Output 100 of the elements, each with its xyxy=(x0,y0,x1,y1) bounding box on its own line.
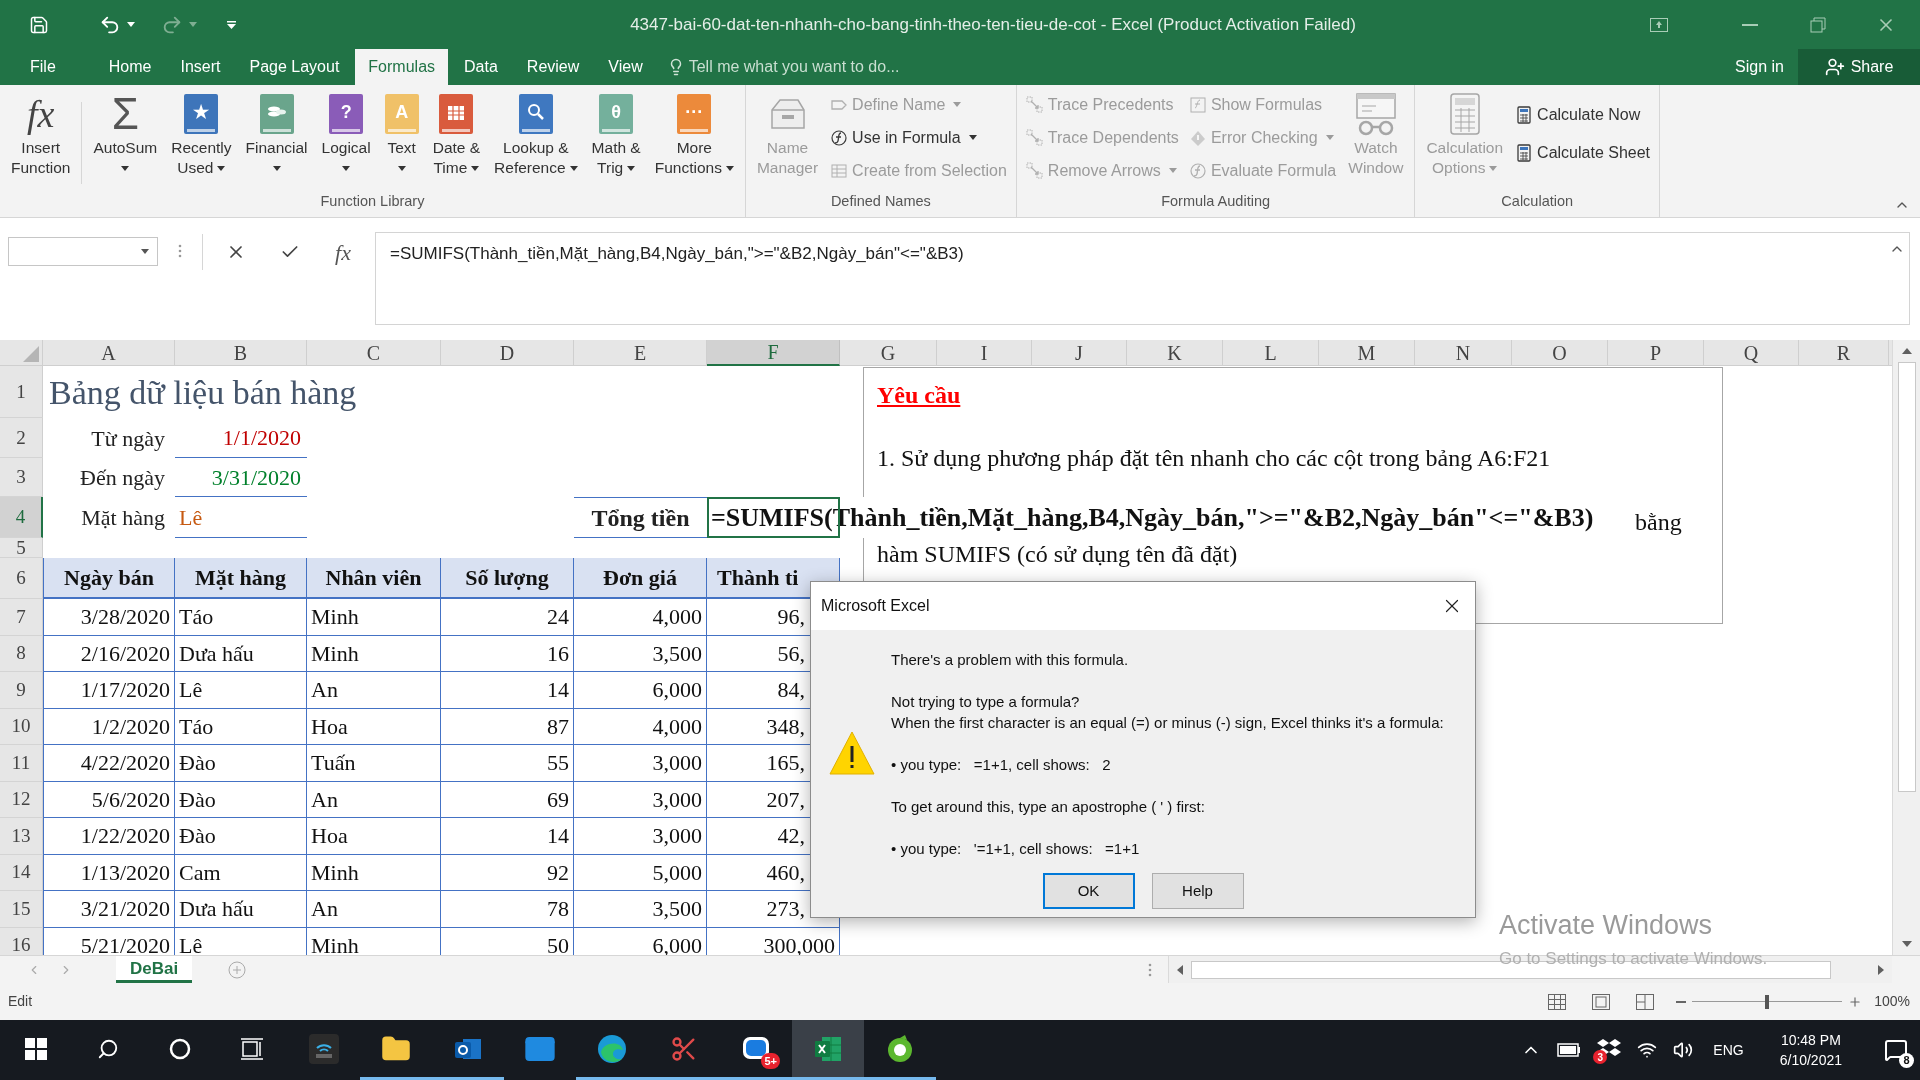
row-header[interactable]: 10 xyxy=(0,708,43,745)
table-cell: 2/16/2020 xyxy=(43,635,175,672)
row-header[interactable]: 11 xyxy=(0,745,43,782)
battery-icon xyxy=(1557,1043,1582,1057)
row-header[interactable]: 13 xyxy=(0,818,43,855)
row-header[interactable]: 16 xyxy=(0,927,43,955)
ribbon-button[interactable]: Date & Time xyxy=(427,88,486,178)
caret-icon xyxy=(953,102,962,107)
app-icon xyxy=(309,1033,339,1064)
zoom-out-button[interactable] xyxy=(1676,1000,1687,1003)
row-header[interactable]: 1 xyxy=(0,366,43,418)
column-header[interactable]: L xyxy=(1223,340,1319,366)
circle-icon xyxy=(169,1037,191,1060)
row-header[interactable]: 4 xyxy=(0,497,43,538)
ribbon-tab[interactable]: File xyxy=(16,49,70,85)
table-cell: 3/28/2020 xyxy=(43,599,175,636)
table-cell: 92 xyxy=(441,854,574,891)
row-header[interactable]: 2 xyxy=(0,418,43,458)
table-cell-text: Mặt hàng xyxy=(80,504,166,532)
ribbon-button[interactable]: Calculate Now xyxy=(1512,98,1654,131)
column-header[interactable]: A xyxy=(43,340,175,366)
column-header[interactable]: N xyxy=(1415,340,1512,366)
ribbon-button[interactable]: Lookup & Reference xyxy=(489,88,583,178)
sheet-tab[interactable]: DeBai xyxy=(116,956,193,983)
clock[interactable]: 10:48 PM 6/10/2021 xyxy=(1779,1030,1842,1070)
window-title: 4347-bai-60-dat-ten-nhanh-cho-bang-tinh-theo-ten-tieu-de-cot - Excel (Product Activation Failed) xyxy=(630,13,1356,36)
ribbon-tab[interactable]: Review xyxy=(513,49,593,85)
row-header[interactable]: 12 xyxy=(0,781,43,818)
table-cell: 3,000 xyxy=(574,818,707,855)
dialog-text: • you type: =1+1, cell shows: 2 xyxy=(891,755,1112,775)
ribbon-button[interactable]: θ Math & Trig xyxy=(586,88,646,178)
table-cell: 4/22/2020 xyxy=(43,745,175,782)
row-header[interactable]: 3 xyxy=(0,458,43,497)
row-header[interactable]: 6 xyxy=(0,558,43,599)
ribbon-tab[interactable]: Home xyxy=(95,49,165,85)
ribbon-tab[interactable]: View xyxy=(595,49,656,85)
tell-me-field[interactable]: Tell me what you want to do... xyxy=(688,55,989,79)
scrollbar-thumb[interactable] xyxy=(1897,362,1916,792)
notification-count: 8 xyxy=(1899,1053,1914,1068)
caret-icon xyxy=(397,165,406,171)
ribbon-tab[interactable]: Insert xyxy=(167,49,234,85)
ribbon-button[interactable]: ··· More Functions xyxy=(649,88,739,178)
column-header[interactable]: O xyxy=(1512,340,1608,366)
table-cell: 55 xyxy=(441,745,574,782)
ribbon-button[interactable]: A Text xyxy=(379,88,424,178)
dialog-text: There's a problem with this formula. xyxy=(891,650,1130,670)
ribbon-button[interactable]: fx Insert Function xyxy=(6,88,76,178)
dialog-button[interactable]: OK xyxy=(1042,873,1135,909)
zoom-thumb[interactable] xyxy=(1765,994,1770,1009)
ribbon-button[interactable]: ? Logical xyxy=(316,88,376,178)
column-header[interactable]: G xyxy=(840,340,937,366)
ribbon-tab[interactable]: Formulas xyxy=(355,49,449,85)
row-header[interactable]: 9 xyxy=(0,672,43,709)
column-heading: Số lượng xyxy=(441,558,574,599)
table-cell: 1/1/2020 xyxy=(175,418,307,458)
column-header[interactable]: K xyxy=(1127,340,1223,366)
table-cell: Đào xyxy=(175,818,307,855)
ribbon-button[interactable]: Σ AutoSum xyxy=(88,88,163,178)
browser-icon xyxy=(597,1033,627,1064)
column-header[interactable]: I xyxy=(937,340,1032,366)
ribbon-button[interactable]: ★ Recently Used xyxy=(166,88,237,178)
column-header[interactable]: E xyxy=(574,340,707,366)
vertical-scrollbar[interactable] xyxy=(1892,340,1920,955)
restore-icon xyxy=(1810,16,1826,33)
formula-field[interactable]: =SUMIFS(Thành_tiền,Mặt_hàng,B4,Ngày_bán,">="&B2,Ngày_bán"<="&B3) xyxy=(375,232,1910,325)
column-header[interactable]: C xyxy=(307,340,441,366)
table-cell: Tổng tiền xyxy=(574,497,707,538)
speaker-icon xyxy=(1673,1040,1694,1060)
row-header[interactable]: 5 xyxy=(0,538,43,558)
theta-glyph: θ xyxy=(611,101,621,122)
ribbon-tab[interactable]: Data xyxy=(451,49,511,85)
dots-icon xyxy=(178,244,182,258)
notification-icon xyxy=(1884,1038,1908,1062)
ribbon-tab[interactable]: Page Layout xyxy=(236,49,353,85)
insert-function-button[interactable]: fx xyxy=(325,236,361,266)
column-header[interactable]: B xyxy=(175,340,307,366)
formula-icon xyxy=(830,128,849,147)
column-header[interactable]: J xyxy=(1032,340,1127,366)
ribbon-button[interactable]: Financial xyxy=(240,88,313,178)
sign-in-link[interactable]: Sign in xyxy=(1721,49,1798,85)
table-cell: 4,000 xyxy=(574,599,707,636)
arrows-icon xyxy=(1025,95,1044,114)
caret-icon xyxy=(272,165,281,171)
column-header[interactable]: Q xyxy=(1704,340,1799,366)
row-header[interactable]: 14 xyxy=(0,854,43,891)
column-header[interactable]: P xyxy=(1608,340,1704,366)
ribbon-button[interactable]: Use in Formula xyxy=(827,121,1010,154)
share-button[interactable]: Share xyxy=(1798,49,1920,85)
row-header[interactable]: 15 xyxy=(0,891,43,928)
zoom-slider[interactable] xyxy=(1692,994,1843,1009)
column-header[interactable]: R xyxy=(1799,340,1889,366)
dialog-button[interactable]: Help xyxy=(1151,873,1244,909)
row-header[interactable]: 8 xyxy=(0,635,43,672)
dialog-text: To get around this, type an apostrophe ( ' ) first: xyxy=(891,797,1206,817)
column-header[interactable]: D xyxy=(441,340,574,366)
row-header[interactable]: 7 xyxy=(0,599,43,636)
column-header[interactable]: M xyxy=(1319,340,1415,366)
ribbon-button[interactable]: Calculate Sheet xyxy=(1512,136,1654,169)
letter-glyph: A xyxy=(395,101,409,122)
column-header[interactable]: F xyxy=(707,340,840,366)
